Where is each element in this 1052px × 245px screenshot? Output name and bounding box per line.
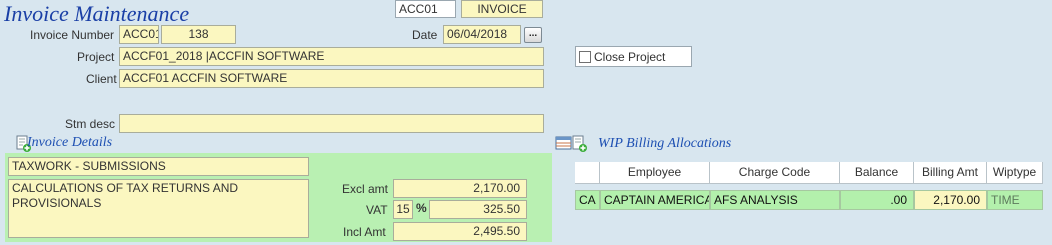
grid-document-icon[interactable] xyxy=(555,135,589,153)
invoice-number-label: Invoice Number xyxy=(30,28,115,42)
date-field[interactable]: 06/04/2018 xyxy=(443,25,521,44)
row-wiptype-cell[interactable]: TIME xyxy=(987,190,1043,210)
invoice-details-title: Invoice Details xyxy=(27,135,113,150)
doc-type-field: INVOICE xyxy=(461,0,543,18)
date-picker-button[interactable]: ... xyxy=(524,27,542,43)
incl-amt-field[interactable]: 2,495.50 xyxy=(393,222,527,241)
col-header-wiptype[interactable]: Wiptype xyxy=(987,162,1043,184)
close-project-checkbox[interactable] xyxy=(579,51,591,63)
excl-amt-field[interactable]: 2,170.00 xyxy=(393,179,527,198)
vat-percent-sign: % xyxy=(416,201,427,215)
wip-grid-header: Employee Charge Code Balance Billing Amt… xyxy=(575,162,1043,184)
stm-desc-field[interactable] xyxy=(119,114,544,133)
col-header-employee[interactable]: Employee xyxy=(600,162,710,184)
row-balance-cell[interactable]: .00 xyxy=(840,190,914,210)
row-code-cell[interactable]: CA xyxy=(575,190,600,210)
row-employee-cell[interactable]: CAPTAIN AMERICA xyxy=(600,190,710,210)
col-header-balance[interactable]: Balance xyxy=(840,162,914,184)
excl-amt-label: Excl amt xyxy=(342,182,389,196)
wip-billing-title: WIP Billing Allocations xyxy=(598,136,732,151)
vat-label: VAT xyxy=(366,203,388,217)
vat-rate-field[interactable]: 15 xyxy=(393,200,413,219)
invoice-number-field[interactable]: 138 xyxy=(161,25,236,44)
page-title: Invoice Maintenance xyxy=(4,1,190,26)
account-code-field[interactable]: ACC01 xyxy=(395,0,456,18)
table-row[interactable]: CA CAPTAIN AMERICA AFS ANALYSIS .00 2,17… xyxy=(575,190,1043,210)
date-label: Date xyxy=(412,28,438,42)
col-header-code[interactable] xyxy=(575,162,600,184)
col-header-billing-amt[interactable]: Billing Amt xyxy=(914,162,987,184)
project-field[interactable]: ACCF01_2018 |ACCFIN SOFTWARE xyxy=(119,47,544,66)
invoice-prefix-field[interactable]: ACC01 xyxy=(119,25,159,44)
vat-amount-field[interactable]: 325.50 xyxy=(429,200,527,219)
col-header-charge-code[interactable]: Charge Code xyxy=(710,162,840,184)
close-project-label: Close Project xyxy=(594,50,666,64)
line-title-field[interactable]: TAXWORK - SUBMISSIONS xyxy=(8,157,309,176)
client-label: Client xyxy=(86,72,117,86)
line-description-field[interactable]: CALCULATIONS OF TAX RETURNS AND PROVISIO… xyxy=(8,179,309,238)
close-project-toggle[interactable]: Close Project xyxy=(575,46,692,67)
row-billing-amt-cell[interactable]: 2,170.00 xyxy=(914,190,987,210)
project-label: Project xyxy=(77,50,115,64)
row-charge-code-cell[interactable]: AFS ANALYSIS xyxy=(710,190,840,210)
stm-desc-label: Stm desc xyxy=(65,117,116,131)
client-field[interactable]: ACCF01 ACCFIN SOFTWARE xyxy=(119,69,544,88)
incl-amt-label: Incl Amt xyxy=(343,225,386,239)
